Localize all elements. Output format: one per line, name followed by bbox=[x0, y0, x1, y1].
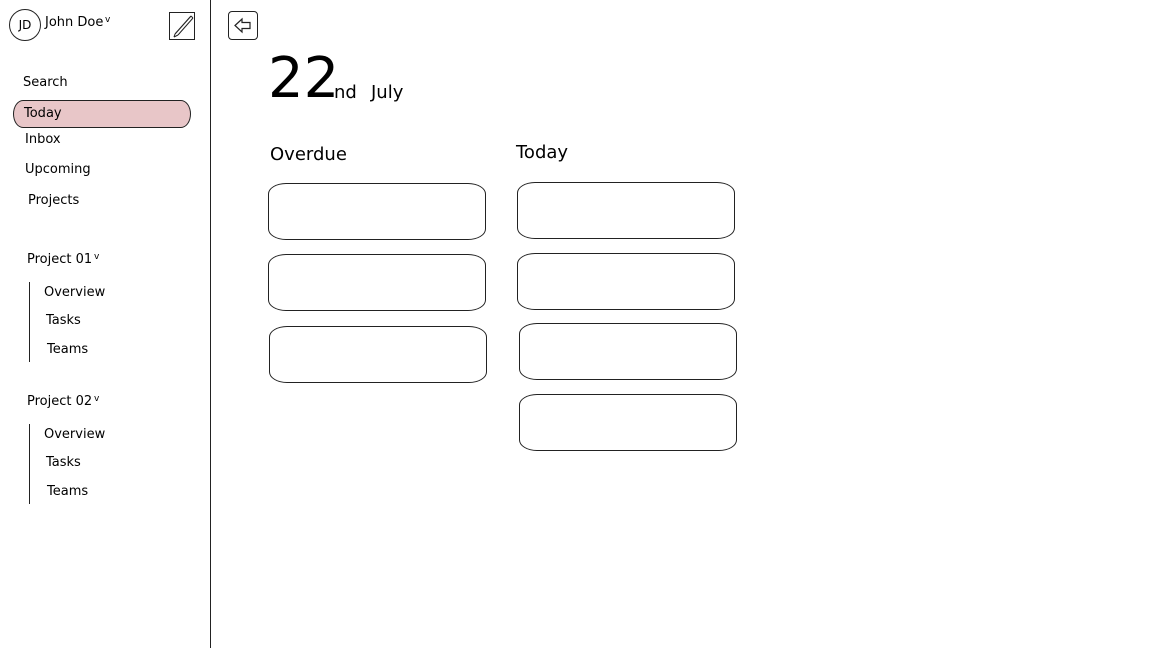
compose-button[interactable] bbox=[169, 12, 195, 40]
compose-pencil-icon bbox=[173, 15, 194, 38]
nav-projects[interactable]: Projects bbox=[28, 193, 79, 208]
nav-today-label: Today bbox=[24, 106, 62, 121]
sidebar: JD John Doe v Search Today Inbox Upcomin… bbox=[0, 0, 211, 648]
project-01-chevron-icon[interactable]: v bbox=[94, 253, 99, 262]
date-day: 22 bbox=[268, 46, 340, 111]
today-task-card[interactable] bbox=[519, 323, 737, 380]
project-02-tasks[interactable]: Tasks bbox=[46, 455, 81, 470]
overdue-task-card[interactable] bbox=[268, 254, 486, 311]
project-01-teams[interactable]: Teams bbox=[47, 342, 88, 357]
project-01-tree-line bbox=[29, 282, 30, 362]
project-01-overview[interactable]: Overview bbox=[44, 285, 105, 300]
back-button[interactable] bbox=[228, 11, 258, 40]
avatar-initials: JD bbox=[18, 18, 32, 32]
user-menu-chevron-icon[interactable]: v bbox=[105, 16, 110, 25]
nav-inbox[interactable]: Inbox bbox=[25, 132, 61, 147]
date-month: July bbox=[371, 82, 404, 103]
back-arrow-icon bbox=[234, 17, 251, 34]
overdue-task-card[interactable] bbox=[269, 326, 487, 383]
overdue-task-card[interactable] bbox=[268, 183, 486, 240]
today-task-card[interactable] bbox=[519, 394, 737, 451]
overdue-column-title: Overdue bbox=[270, 144, 347, 165]
date-day-suffix: nd bbox=[334, 82, 357, 103]
project-02-overview[interactable]: Overview bbox=[44, 427, 105, 442]
nav-upcoming[interactable]: Upcoming bbox=[25, 162, 91, 177]
project-01-tasks[interactable]: Tasks bbox=[46, 313, 81, 328]
project-02-teams[interactable]: Teams bbox=[47, 484, 88, 499]
user-name[interactable]: John Doe bbox=[45, 15, 103, 30]
today-task-card[interactable] bbox=[517, 182, 735, 239]
nav-today[interactable]: Today bbox=[13, 100, 191, 128]
project-02-chevron-icon[interactable]: v bbox=[94, 395, 99, 404]
project-02-tree-line bbox=[29, 424, 30, 504]
avatar[interactable]: JD bbox=[9, 9, 41, 41]
nav-search[interactable]: Search bbox=[23, 75, 68, 90]
project-02-header[interactable]: Project 02 bbox=[27, 394, 92, 409]
today-column-title: Today bbox=[516, 142, 569, 163]
project-01-header[interactable]: Project 01 bbox=[27, 252, 92, 267]
today-task-card[interactable] bbox=[517, 253, 735, 310]
